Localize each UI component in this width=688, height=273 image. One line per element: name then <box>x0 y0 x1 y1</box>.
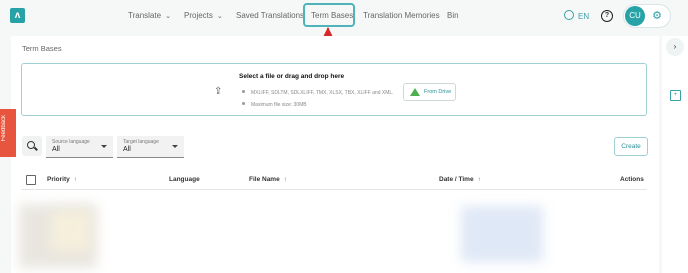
target-language-value: All <box>123 146 131 153</box>
source-language-value: All <box>52 146 60 153</box>
upload-icon: ⇪ <box>214 86 223 97</box>
source-language-select[interactable]: Source language All <box>46 136 113 158</box>
create-button[interactable]: Create <box>614 137 648 156</box>
dropzone-title: Select a file or drag and drop here <box>239 73 345 80</box>
from-drive-label: From Drive <box>424 89 452 95</box>
sort-up-icon: ↑ <box>477 176 481 183</box>
column-priority-label: Priority <box>47 176 70 183</box>
sort-up-icon: ↑ <box>73 176 78 183</box>
file-dropzone[interactable]: Select a file or drag and drop here ⇪ MX… <box>21 63 647 116</box>
nav-projects[interactable]: Projects ⌄ <box>184 11 223 20</box>
column-file-name-label: File Name <box>249 176 280 183</box>
target-language-label: Target language <box>123 139 159 145</box>
select-all-checkbox[interactable] <box>26 175 36 185</box>
source-language-label: Source language <box>52 139 90 145</box>
term-bases-highlight <box>303 3 355 27</box>
feedback-label: Feedback <box>1 115 7 142</box>
chevron-down-icon: ⌄ <box>165 13 171 20</box>
avatar[interactable]: CU <box>625 6 645 26</box>
page-title: Term Bases <box>22 44 62 53</box>
nav-translation-memories[interactable]: Translation Memories <box>363 11 440 20</box>
max-file-size-text: Maximum file size: 30MB <box>251 102 307 108</box>
column-date-time-label: Date / Time <box>439 176 474 183</box>
feedback-tab[interactable]: Feedback <box>0 109 16 157</box>
supported-formats-text: MXLIFF, SDLTM, SDLXLIFF, TMX, XLSX, TBX,… <box>251 90 394 96</box>
right-side-panel: › + <box>662 36 688 273</box>
gear-icon[interactable]: ⚙ <box>651 10 663 22</box>
column-language: Language <box>169 176 200 183</box>
google-drive-icon <box>410 88 420 96</box>
column-priority[interactable]: Priority ↑ <box>47 176 77 183</box>
help-icon[interactable]: ? <box>601 10 613 22</box>
column-actions: Actions <box>620 176 644 183</box>
chevron-down-icon <box>101 145 107 148</box>
nav-bin[interactable]: Bin <box>447 11 459 20</box>
search-icon-handle <box>34 146 38 151</box>
max-file-size: Maximum file size: 30MB <box>242 102 307 108</box>
globe-icon <box>564 10 574 20</box>
bullet-icon <box>242 90 245 93</box>
language-selector[interactable]: EN <box>564 10 589 21</box>
note-icon[interactable]: + <box>670 90 681 101</box>
target-language-select[interactable]: Target language All <box>117 136 184 158</box>
table-header: Priority ↑ Language File Name ↑ Date / Tim… <box>21 173 647 190</box>
from-drive-button[interactable]: From Drive <box>403 83 456 101</box>
language-code: EN <box>578 12 590 21</box>
chevron-down-icon <box>172 145 178 148</box>
nav-translate[interactable]: Translate ⌄ <box>128 11 171 20</box>
column-file-name[interactable]: File Name ↑ <box>249 176 287 183</box>
user-menu[interactable]: CU ⚙ <box>623 4 671 28</box>
supported-formats: MXLIFF, SDLTM, SDLXLIFF, TMX, XLSX, TBX,… <box>242 90 394 96</box>
nav-translate-label: Translate <box>128 11 162 20</box>
bullet-icon <box>242 102 245 105</box>
nav-saved-translations[interactable]: Saved Translations <box>236 11 304 20</box>
sort-up-icon: ↑ <box>283 176 287 183</box>
nav-projects-label: Projects <box>184 11 213 20</box>
top-navigation: ʌ Translate ⌄ Projects ⌄ Saved Translation… <box>0 0 688 32</box>
search-button[interactable] <box>22 136 42 156</box>
logo-icon[interactable]: ʌ <box>10 8 25 23</box>
blurred-row-content <box>461 206 543 262</box>
term-bases-panel: Term Bases Select a file or drag and dro… <box>11 36 659 273</box>
expand-icon[interactable]: › <box>666 38 684 56</box>
blurred-row-content <box>51 211 91 251</box>
chevron-down-icon: ⌄ <box>216 13 223 20</box>
column-date-time[interactable]: Date / Time ↑ <box>439 176 481 183</box>
